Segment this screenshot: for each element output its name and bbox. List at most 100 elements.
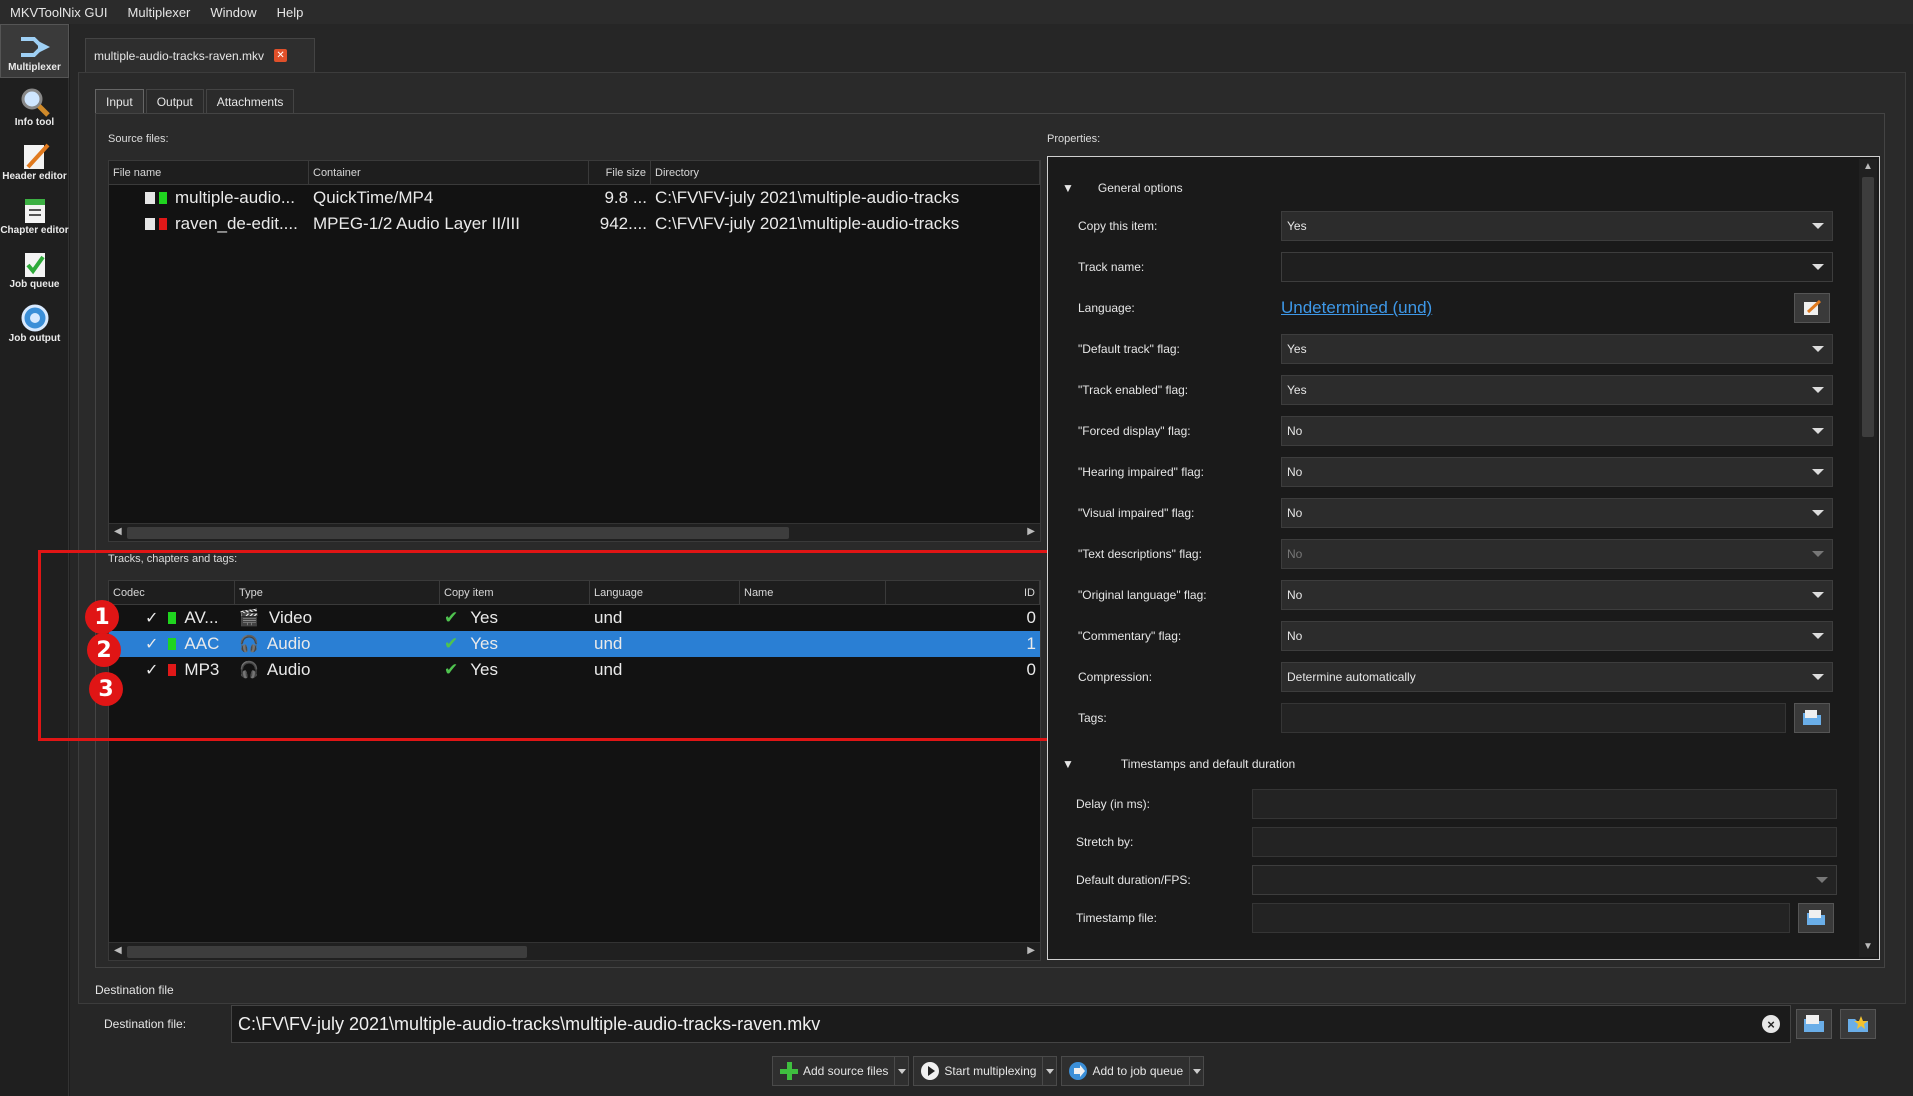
checkbox-checked[interactable]: ✓ [145, 634, 158, 654]
prop-label: "Visual impaired" flag: [1078, 506, 1195, 520]
select-value: Yes [1287, 219, 1307, 233]
scroll-left-icon[interactable]: ◀ [114, 526, 122, 537]
column-name[interactable]: Name [740, 581, 886, 604]
chevron-down-icon [1812, 469, 1824, 475]
chevron-down-icon [1816, 877, 1828, 883]
destination-input[interactable]: C:\FV\FV-july 2021\multiple-audio-tracks… [231, 1005, 1791, 1043]
scroll-left-icon[interactable]: ◀ [114, 945, 122, 956]
browse-tags-button[interactable] [1794, 703, 1830, 733]
timestamp-file-input[interactable] [1252, 903, 1790, 933]
column-file-size[interactable]: File size [589, 161, 651, 184]
prop-label: "Commentary" flag: [1078, 629, 1182, 643]
tracks-table[interactable]: Codec Type Copy item Language Name ID ✓ … [108, 580, 1041, 961]
column-type[interactable]: Type [235, 581, 440, 604]
menu-window[interactable]: Window [200, 5, 266, 20]
sidebar-label: Info tool [14, 117, 55, 128]
scroll-right-icon[interactable]: ▶ [1027, 526, 1035, 537]
document-tab[interactable]: multiple-audio-tracks-raven.mkv ✕ [85, 38, 315, 72]
close-icon[interactable]: ✕ [274, 49, 288, 62]
default-duration-combo[interactable] [1252, 865, 1837, 895]
table-row[interactable]: ✓ AV... 🎬 Video ✔ Yes und 0 [109, 605, 1040, 631]
menu-app[interactable]: MKVToolNix GUI [0, 5, 118, 20]
table-row[interactable]: raven_de-edit.... MPEG-1/2 Audio Layer I… [109, 211, 1040, 237]
file-size: 942.... [599, 214, 647, 233]
checkbox-checked[interactable]: ✓ [145, 660, 158, 680]
sidebar-item-job-queue[interactable]: Job queue [0, 240, 69, 294]
pencil-icon [1804, 299, 1822, 315]
browse-timestamp-button[interactable] [1798, 903, 1834, 933]
commentary-select[interactable]: No [1281, 621, 1833, 651]
clear-icon[interactable]: × [1762, 1015, 1780, 1033]
collapse-triangle-icon[interactable]: ▼ [1062, 181, 1074, 195]
status-square [168, 612, 177, 624]
copy-item-select[interactable]: Yes [1281, 211, 1833, 241]
menu-help[interactable]: Help [267, 5, 314, 20]
table-row[interactable]: multiple-audio... QuickTime/MP4 9.8 ... … [109, 185, 1040, 211]
add-source-files-button[interactable]: Add source files [772, 1056, 896, 1086]
start-multiplexing-button[interactable]: Start multiplexing [913, 1056, 1044, 1086]
scroll-right-icon[interactable]: ▶ [1027, 945, 1035, 956]
horizontal-scrollbar[interactable]: ◀ ▶ [109, 942, 1040, 960]
tab-attachments[interactable]: Attachments [205, 89, 295, 113]
file-icon [145, 218, 155, 230]
column-language[interactable]: Language [590, 581, 740, 604]
select-value: Yes [1287, 342, 1307, 356]
table-row[interactable]: ✓ MP3 🎧 Audio ✔ Yes und 0 [109, 657, 1040, 683]
column-directory[interactable]: Directory [651, 161, 1040, 184]
play-icon [920, 1061, 940, 1081]
compression-select[interactable]: Determine automatically [1281, 662, 1833, 692]
chevron-down-icon [1812, 592, 1824, 598]
checkbox-checked[interactable]: ✓ [145, 608, 158, 628]
collapse-triangle-icon[interactable]: ▼ [1062, 757, 1074, 771]
prop-label: Language: [1078, 301, 1135, 315]
tab-output[interactable]: Output [145, 89, 204, 113]
column-copy-item[interactable]: Copy item [440, 581, 590, 604]
scroll-up-icon[interactable]: ▲ [1863, 161, 1873, 172]
scroll-thumb[interactable] [127, 946, 527, 958]
prop-original-language: "Original language" flag: No [1078, 580, 1848, 610]
column-file-name[interactable]: File name [109, 161, 309, 184]
vertical-scrollbar[interactable]: ▲ ▼ [1859, 159, 1877, 957]
prop-forced-display: "Forced display" flag: No [1078, 416, 1848, 446]
hearing-impaired-select[interactable]: No [1281, 457, 1833, 487]
recent-destination-button[interactable] [1840, 1009, 1876, 1039]
column-id[interactable]: ID [886, 581, 1040, 604]
tab-input[interactable]: Input [95, 89, 144, 113]
scroll-down-icon[interactable]: ▼ [1863, 941, 1873, 952]
sidebar-item-multiplexer[interactable]: Multiplexer [0, 24, 69, 78]
visual-impaired-select[interactable]: No [1281, 498, 1833, 528]
edit-language-button[interactable] [1794, 293, 1830, 323]
sidebar-item-header-editor[interactable]: Header editor [0, 132, 69, 186]
delay-input[interactable] [1252, 789, 1837, 819]
scroll-thumb[interactable] [1862, 177, 1874, 437]
general-options-header[interactable]: ▼ General options [1062, 181, 1183, 195]
tags-input[interactable] [1281, 703, 1786, 733]
sidebar-item-chapter-editor[interactable]: Chapter editor [0, 186, 69, 240]
scroll-thumb[interactable] [127, 527, 789, 539]
stretch-input[interactable] [1252, 827, 1837, 857]
column-codec[interactable]: Codec [109, 581, 235, 604]
horizontal-scrollbar[interactable]: ◀ ▶ [109, 523, 1040, 541]
action-buttons: Add source files Start multiplexing Add … [772, 1056, 1208, 1086]
language-link[interactable]: Undetermined (und) [1281, 298, 1432, 318]
add-source-dropdown-button[interactable] [895, 1056, 910, 1086]
track-language: und [594, 608, 623, 627]
source-files-table[interactable]: File name Container File size Directory … [108, 160, 1041, 542]
original-language-select[interactable]: No [1281, 580, 1833, 610]
forced-display-select[interactable]: No [1281, 416, 1833, 446]
add-to-job-queue-button[interactable]: Add to job queue [1061, 1056, 1191, 1086]
sidebar-item-job-output[interactable]: Job output [0, 294, 69, 348]
default-track-select[interactable]: Yes [1281, 334, 1833, 364]
track-enabled-select[interactable]: Yes [1281, 375, 1833, 405]
number-badge: 2 [87, 633, 121, 667]
column-container[interactable]: Container [309, 161, 589, 184]
table-row[interactable]: ✓ AAC 🎧 Audio ✔ Yes und 1 [109, 631, 1040, 657]
timestamps-header[interactable]: ▼ Timestamps and default duration [1062, 757, 1295, 771]
add-to-queue-dropdown-button[interactable] [1190, 1056, 1205, 1086]
prop-label: "Hearing impaired" flag: [1078, 465, 1204, 479]
browse-destination-button[interactable] [1796, 1009, 1832, 1039]
sidebar-item-info-tool[interactable]: Info tool [0, 78, 69, 132]
start-dropdown-button[interactable] [1043, 1056, 1058, 1086]
menu-multiplexer[interactable]: Multiplexer [118, 5, 201, 20]
track-name-combo[interactable] [1281, 252, 1833, 282]
